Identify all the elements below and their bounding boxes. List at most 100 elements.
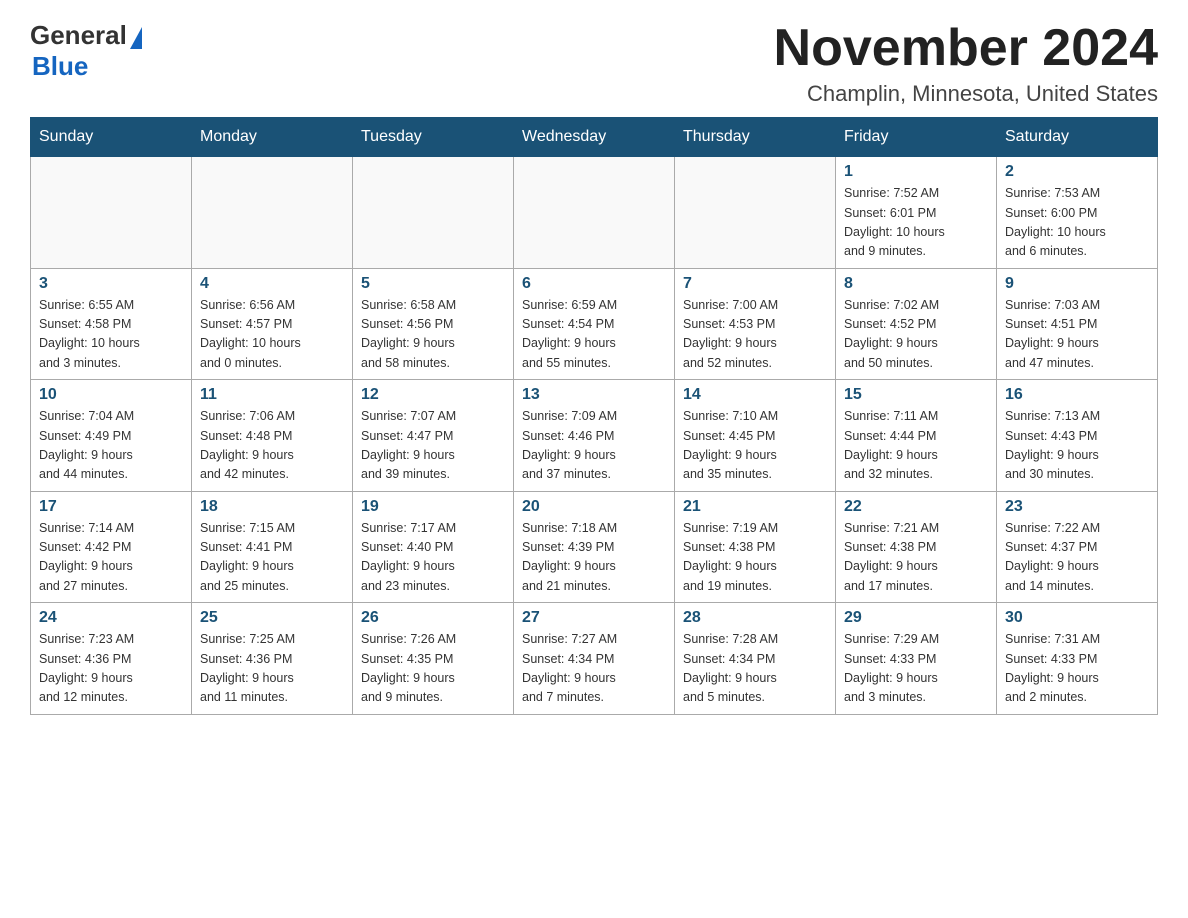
- month-title: November 2024: [774, 20, 1158, 77]
- logo: General Blue: [30, 20, 142, 82]
- calendar-cell: 27 Sunrise: 7:27 AM Sunset: 4:34 PM Dayli…: [514, 603, 675, 715]
- weekday-header-row: SundayMondayTuesdayWednesdayThursdayFrid…: [31, 118, 1158, 157]
- title-area: November 2024 Champlin, Minnesota, Unite…: [774, 20, 1158, 107]
- day-info: Sunrise: 7:52 AM Sunset: 6:01 PM Dayligh…: [844, 184, 988, 262]
- calendar-cell: 23 Sunrise: 7:22 AM Sunset: 4:37 PM Dayli…: [997, 491, 1158, 603]
- day-number: 11: [200, 386, 344, 404]
- calendar-cell: [31, 157, 192, 269]
- day-number: 27: [522, 609, 666, 627]
- day-number: 24: [39, 609, 183, 627]
- day-number: 1: [844, 163, 988, 181]
- calendar-cell: 26Sunrise: 7:26 AM Sunset: 4:35 PM Dayli…: [353, 603, 514, 715]
- day-info: Sunrise: 7:00 AM Sunset: 4:53 PM Dayligh…: [683, 296, 827, 374]
- day-number: 16: [1005, 386, 1149, 404]
- calendar-cell: 13 Sunrise: 7:09 AM Sunset: 4:46 PM Dayli…: [514, 380, 675, 492]
- weekday-header-thursday: Thursday: [675, 118, 836, 157]
- calendar-cell: 29 Sunrise: 7:29 AM Sunset: 4:33 PM Dayli…: [836, 603, 997, 715]
- day-info: Sunrise: 7:25 AM Sunset: 4:36 PM Dayligh…: [200, 630, 344, 708]
- calendar-cell: 4 Sunrise: 6:56 AM Sunset: 4:57 PM Daylig…: [192, 268, 353, 380]
- day-number: 4: [200, 275, 344, 293]
- calendar-cell: [675, 157, 836, 269]
- location-subtitle: Champlin, Minnesota, United States: [774, 81, 1158, 107]
- weekday-header-saturday: Saturday: [997, 118, 1158, 157]
- weekday-header-tuesday: Tuesday: [353, 118, 514, 157]
- day-info: Sunrise: 7:19 AM Sunset: 4:38 PM Dayligh…: [683, 519, 827, 597]
- logo-blue-text: Blue: [32, 51, 88, 82]
- day-number: 9: [1005, 275, 1149, 293]
- day-number: 29: [844, 609, 988, 627]
- calendar-cell: 8Sunrise: 7:02 AM Sunset: 4:52 PM Daylig…: [836, 268, 997, 380]
- day-number: 28: [683, 609, 827, 627]
- calendar-cell: 9 Sunrise: 7:03 AM Sunset: 4:51 PM Daylig…: [997, 268, 1158, 380]
- calendar-cell: 1 Sunrise: 7:52 AM Sunset: 6:01 PM Daylig…: [836, 157, 997, 269]
- day-number: 14: [683, 386, 827, 404]
- calendar-cell: 19 Sunrise: 7:17 AM Sunset: 4:40 PM Dayli…: [353, 491, 514, 603]
- calendar-cell: 6 Sunrise: 6:59 AM Sunset: 4:54 PM Daylig…: [514, 268, 675, 380]
- day-info: Sunrise: 7:28 AM Sunset: 4:34 PM Dayligh…: [683, 630, 827, 708]
- day-info: Sunrise: 7:03 AM Sunset: 4:51 PM Dayligh…: [1005, 296, 1149, 374]
- day-number: 3: [39, 275, 183, 293]
- weekday-header-wednesday: Wednesday: [514, 118, 675, 157]
- day-info: Sunrise: 7:18 AM Sunset: 4:39 PM Dayligh…: [522, 519, 666, 597]
- day-number: 22: [844, 498, 988, 516]
- weekday-header-monday: Monday: [192, 118, 353, 157]
- logo-triangle-icon: [130, 27, 142, 49]
- day-number: 15: [844, 386, 988, 404]
- day-number: 5: [361, 275, 505, 293]
- calendar-cell: [192, 157, 353, 269]
- day-number: 12: [361, 386, 505, 404]
- page-header: General Blue November 2024 Champlin, Min…: [30, 20, 1158, 107]
- day-number: 26: [361, 609, 505, 627]
- day-info: Sunrise: 7:07 AM Sunset: 4:47 PM Dayligh…: [361, 407, 505, 485]
- calendar-cell: 15Sunrise: 7:11 AM Sunset: 4:44 PM Dayli…: [836, 380, 997, 492]
- logo-general-text: General: [30, 20, 127, 51]
- calendar-table: SundayMondayTuesdayWednesdayThursdayFrid…: [30, 117, 1158, 715]
- day-number: 6: [522, 275, 666, 293]
- day-info: Sunrise: 6:56 AM Sunset: 4:57 PM Dayligh…: [200, 296, 344, 374]
- calendar-cell: 28 Sunrise: 7:28 AM Sunset: 4:34 PM Dayli…: [675, 603, 836, 715]
- day-info: Sunrise: 7:14 AM Sunset: 4:42 PM Dayligh…: [39, 519, 183, 597]
- day-number: 13: [522, 386, 666, 404]
- day-info: Sunrise: 7:22 AM Sunset: 4:37 PM Dayligh…: [1005, 519, 1149, 597]
- calendar-cell: 17 Sunrise: 7:14 AM Sunset: 4:42 PM Dayli…: [31, 491, 192, 603]
- day-number: 18: [200, 498, 344, 516]
- day-info: Sunrise: 7:53 AM Sunset: 6:00 PM Dayligh…: [1005, 184, 1149, 262]
- day-number: 23: [1005, 498, 1149, 516]
- day-info: Sunrise: 7:23 AM Sunset: 4:36 PM Dayligh…: [39, 630, 183, 708]
- day-info: Sunrise: 7:02 AM Sunset: 4:52 PM Dayligh…: [844, 296, 988, 374]
- day-info: Sunrise: 7:09 AM Sunset: 4:46 PM Dayligh…: [522, 407, 666, 485]
- day-number: 20: [522, 498, 666, 516]
- calendar-cell: 21 Sunrise: 7:19 AM Sunset: 4:38 PM Dayli…: [675, 491, 836, 603]
- weekday-header-friday: Friday: [836, 118, 997, 157]
- calendar-cell: [514, 157, 675, 269]
- day-number: 19: [361, 498, 505, 516]
- day-number: 2: [1005, 163, 1149, 181]
- day-info: Sunrise: 7:21 AM Sunset: 4:38 PM Dayligh…: [844, 519, 988, 597]
- day-number: 25: [200, 609, 344, 627]
- day-info: Sunrise: 7:04 AM Sunset: 4:49 PM Dayligh…: [39, 407, 183, 485]
- day-info: Sunrise: 7:31 AM Sunset: 4:33 PM Dayligh…: [1005, 630, 1149, 708]
- calendar-cell: 14 Sunrise: 7:10 AM Sunset: 4:45 PM Dayli…: [675, 380, 836, 492]
- week-row-5: 24 Sunrise: 7:23 AM Sunset: 4:36 PM Dayli…: [31, 603, 1158, 715]
- week-row-2: 3 Sunrise: 6:55 AM Sunset: 4:58 PM Daylig…: [31, 268, 1158, 380]
- week-row-1: 1 Sunrise: 7:52 AM Sunset: 6:01 PM Daylig…: [31, 157, 1158, 269]
- day-info: Sunrise: 6:59 AM Sunset: 4:54 PM Dayligh…: [522, 296, 666, 374]
- day-info: Sunrise: 7:10 AM Sunset: 4:45 PM Dayligh…: [683, 407, 827, 485]
- day-info: Sunrise: 7:29 AM Sunset: 4:33 PM Dayligh…: [844, 630, 988, 708]
- calendar-cell: 3 Sunrise: 6:55 AM Sunset: 4:58 PM Daylig…: [31, 268, 192, 380]
- day-number: 21: [683, 498, 827, 516]
- day-info: Sunrise: 6:55 AM Sunset: 4:58 PM Dayligh…: [39, 296, 183, 374]
- calendar-cell: 22 Sunrise: 7:21 AM Sunset: 4:38 PM Dayli…: [836, 491, 997, 603]
- calendar-cell: 18 Sunrise: 7:15 AM Sunset: 4:41 PM Dayli…: [192, 491, 353, 603]
- day-info: Sunrise: 7:17 AM Sunset: 4:40 PM Dayligh…: [361, 519, 505, 597]
- calendar-cell: [353, 157, 514, 269]
- calendar-cell: 12 Sunrise: 7:07 AM Sunset: 4:47 PM Dayli…: [353, 380, 514, 492]
- week-row-3: 10Sunrise: 7:04 AM Sunset: 4:49 PM Dayli…: [31, 380, 1158, 492]
- calendar-cell: 24 Sunrise: 7:23 AM Sunset: 4:36 PM Dayli…: [31, 603, 192, 715]
- calendar-cell: 30Sunrise: 7:31 AM Sunset: 4:33 PM Dayli…: [997, 603, 1158, 715]
- calendar-cell: 7Sunrise: 7:00 AM Sunset: 4:53 PM Daylig…: [675, 268, 836, 380]
- week-row-4: 17 Sunrise: 7:14 AM Sunset: 4:42 PM Dayli…: [31, 491, 1158, 603]
- day-number: 17: [39, 498, 183, 516]
- day-info: Sunrise: 7:15 AM Sunset: 4:41 PM Dayligh…: [200, 519, 344, 597]
- day-info: Sunrise: 7:27 AM Sunset: 4:34 PM Dayligh…: [522, 630, 666, 708]
